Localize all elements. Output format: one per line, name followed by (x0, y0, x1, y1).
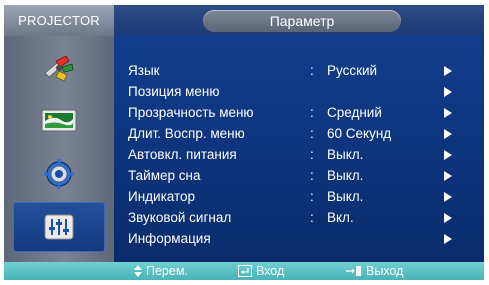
arrow-right-icon (444, 171, 452, 181)
menu-row-language[interactable]: Язык : Русский (114, 60, 484, 81)
option-sliders-icon (44, 214, 74, 240)
menu-row-colon: : (310, 168, 314, 183)
arrow-right-icon (444, 108, 452, 118)
hint-enter: Вход (238, 262, 284, 280)
osd-menu-window: PROJECTOR Параметр Язык: Русский Позици… (4, 5, 484, 280)
menu-row-sleep-timer[interactable]: Таймер сна : Выкл. (114, 165, 484, 186)
menu-row-sound-signal[interactable]: Звуковой сигнал : Вкл. (114, 207, 484, 228)
menu-row-label: Длит. Воспр. меню (128, 126, 245, 141)
arrow-right-icon (444, 192, 452, 202)
menu-row-label: Звуковой сигнал (128, 210, 232, 225)
arrow-right-icon (444, 66, 452, 76)
input-source-icon (42, 53, 76, 83)
arrow-right-icon (444, 234, 452, 244)
hint-move: Перем. (134, 262, 188, 280)
menu-row-label: Позиция меню (128, 84, 220, 99)
menu-row-colon: : (310, 147, 314, 162)
arrow-right-icon (444, 129, 452, 139)
menu-row-indicator[interactable]: Индикатор : Выкл. (114, 186, 484, 207)
menu-row-label: Прозрачность меню (128, 105, 254, 120)
setup-gear-icon (43, 158, 75, 190)
menu-row-value: Выкл. (327, 147, 364, 162)
category-sidebar (4, 36, 114, 262)
hint-exit-label: Выход (366, 264, 404, 278)
header-bar: PROJECTOR Параметр (4, 5, 484, 36)
menu-content: Язык : Русский Позиция меню Прозрачность… (114, 36, 484, 262)
menu-row-colon: : (310, 63, 314, 78)
menu-row-label: Информация (128, 231, 211, 246)
picture-icon (39, 107, 79, 135)
menu-row-information[interactable]: Информация (114, 228, 484, 249)
menu-row-label: Индикатор (128, 189, 196, 204)
menu-row-label: Язык (128, 63, 160, 78)
arrow-right-icon (444, 213, 452, 223)
menu-row-auto-power[interactable]: Автовкл. питания : Выкл. (114, 144, 484, 165)
hint-move-label: Перем. (146, 264, 188, 278)
page-title: Параметр (203, 10, 401, 32)
menu-row-label: Автовкл. питания (128, 147, 237, 162)
arrow-right-icon (444, 87, 452, 97)
hint-enter-label: Вход (256, 264, 285, 278)
menu-row-menu-position[interactable]: Позиция меню (114, 81, 484, 102)
menu-row-colon: : (310, 105, 314, 120)
menu-row-colon: : (310, 126, 314, 141)
footer-hint-bar: Перем. Вход Выход (4, 262, 484, 280)
menu-row-menu-duration[interactable]: Длит. Воспр. меню : 60 Секунд (114, 123, 484, 144)
menu-row-label: Таймер сна (128, 168, 201, 183)
up-down-arrows-icon (134, 265, 142, 277)
menu-row-value: Выкл. (327, 168, 364, 183)
menu-row-colon: : (310, 189, 314, 204)
sidebar-item-input[interactable] (13, 43, 105, 93)
arrow-right-icon (444, 150, 452, 160)
menu-row-value: Выкл. (327, 189, 364, 204)
exit-icon (346, 266, 361, 276)
sidebar-item-setup[interactable] (13, 149, 105, 199)
menu-row-colon: : (310, 210, 314, 225)
brand-label: PROJECTOR (4, 5, 114, 36)
menu-row-value: Вкл. (327, 210, 354, 225)
sidebar-item-option[interactable] (13, 202, 105, 252)
menu-row-menu-transparency[interactable]: Прозрачность меню : Средний (114, 102, 484, 123)
menu-row-value: Русский (327, 63, 378, 78)
hint-exit: Выход (346, 262, 403, 280)
menu-row-value: 60 Секунд (327, 126, 392, 141)
menu-row-value: Средний (327, 105, 382, 120)
sidebar-item-picture[interactable] (13, 96, 105, 146)
enter-icon (238, 265, 252, 277)
